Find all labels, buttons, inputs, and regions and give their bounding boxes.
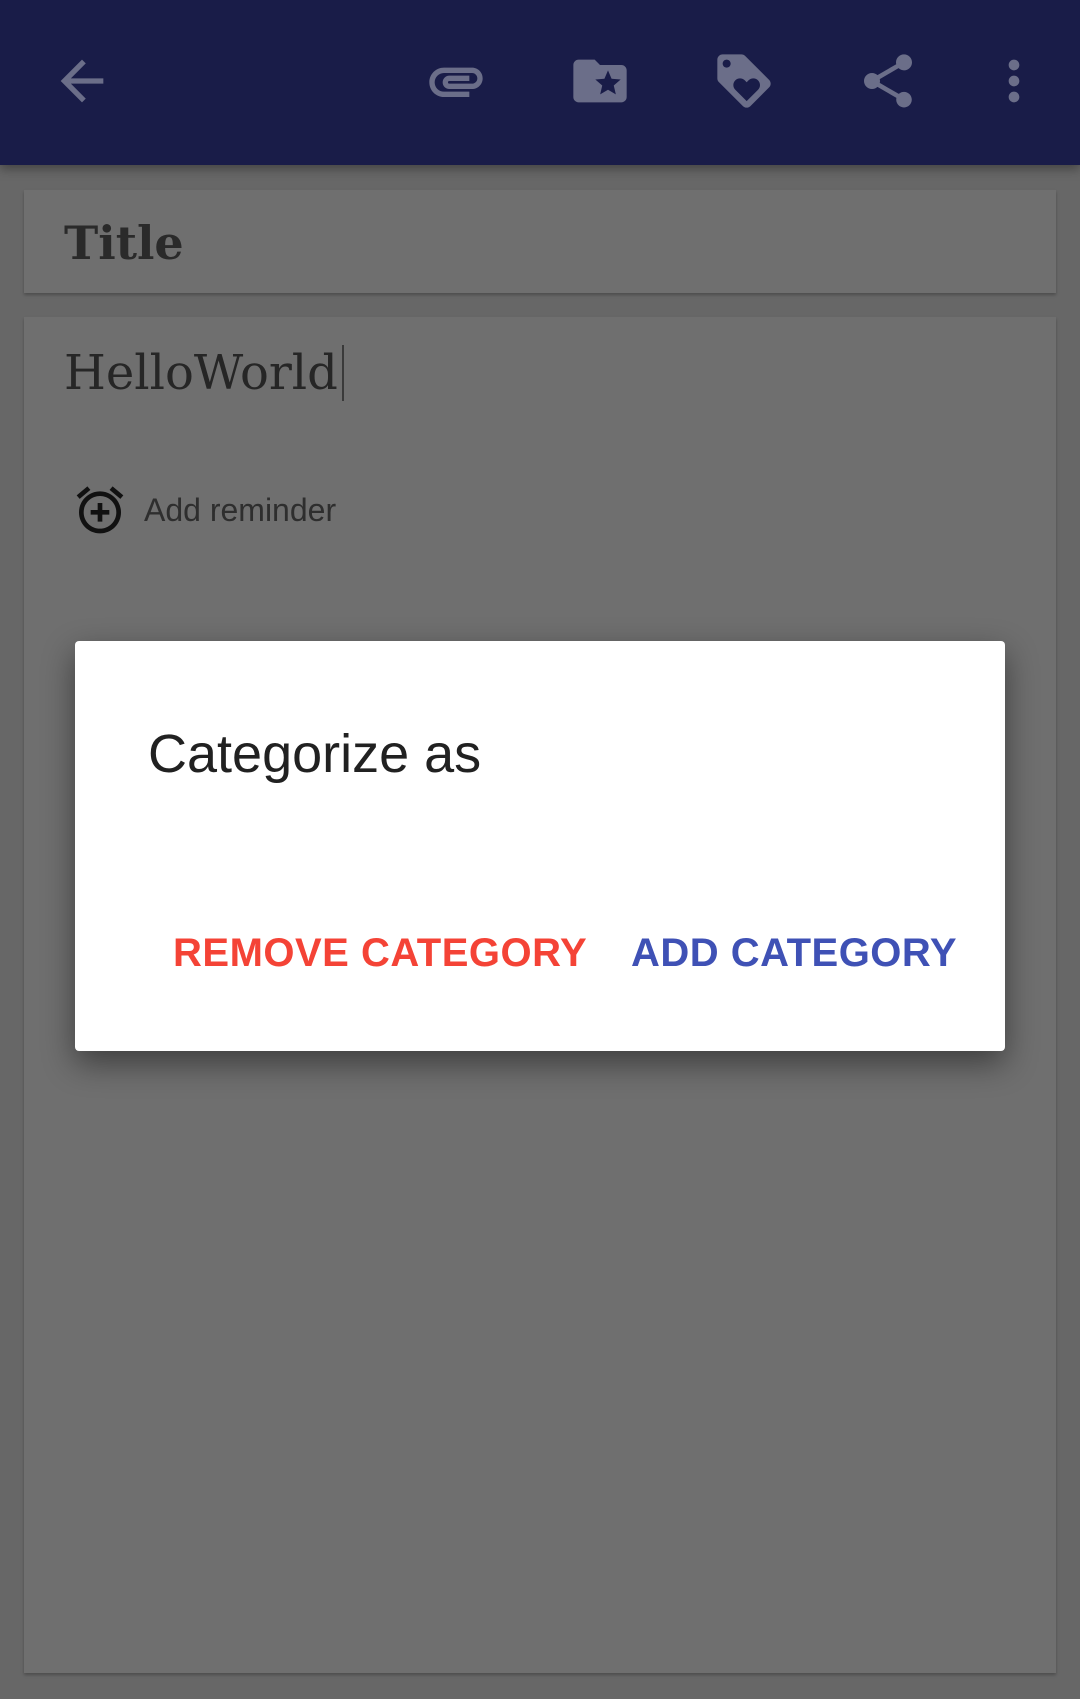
add-reminder-label: Add reminder <box>144 491 337 528</box>
tag-icon[interactable] <box>706 43 782 119</box>
remove-category-button[interactable]: REMOVE CATEGORY <box>173 931 587 976</box>
title-placeholder: Title <box>64 216 184 270</box>
add-category-button[interactable]: ADD CATEGORY <box>631 931 957 976</box>
title-field[interactable]: Title <box>24 190 1056 293</box>
attachment-icon[interactable] <box>418 43 494 119</box>
category-folder-icon[interactable] <box>562 43 638 119</box>
alarm-add-icon <box>76 486 124 534</box>
top-toolbar <box>0 0 1080 165</box>
dialog-title: Categorize as <box>148 724 482 784</box>
share-icon[interactable] <box>850 43 926 119</box>
back-arrow-icon[interactable] <box>44 43 120 119</box>
categorize-dialog: Categorize as REMOVE CATEGORY ADD CATEGO… <box>75 641 1005 1051</box>
add-reminder-button[interactable]: Add reminder <box>72 482 336 538</box>
note-content-text: HelloWorld <box>64 345 344 401</box>
overflow-menu-icon[interactable] <box>976 43 1052 119</box>
